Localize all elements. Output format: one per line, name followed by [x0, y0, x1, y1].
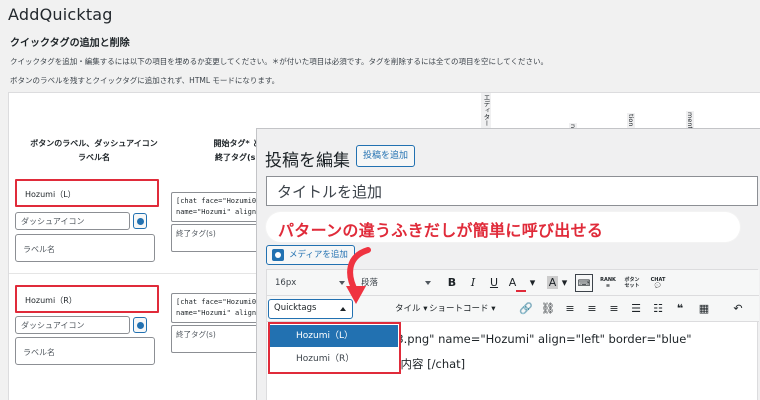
- unlink-icon[interactable]: ⛓: [539, 300, 557, 318]
- font-size-select[interactable]: 16px: [269, 274, 349, 292]
- table-icon[interactable]: ▦: [695, 300, 713, 318]
- post-title-input[interactable]: タイトルを追加: [266, 176, 758, 206]
- italic-button[interactable]: I: [464, 274, 482, 292]
- button-label-input-row1[interactable]: Hozumi（L）: [15, 179, 159, 207]
- add-post-button[interactable]: 投稿を追加: [356, 145, 416, 167]
- editor-heading: 投稿を編集: [265, 151, 350, 171]
- description-line-2: ボタンのラベルを残すとクイックタグに追加されず、HTML モードになります。: [10, 76, 280, 85]
- color-swatch: [516, 290, 527, 292]
- dashicon-input-row2[interactable]: ダッシュアイコン: [15, 316, 130, 334]
- rank-button[interactable]: RANK ≡: [599, 274, 617, 292]
- button-label-input-row2[interactable]: Hozumi（R）: [15, 285, 159, 313]
- undo-icon[interactable]: ↶: [729, 300, 747, 318]
- app-title: AddQuicktag: [8, 5, 113, 24]
- column-header-label: ボタンのラベル、ダッシュアイコン ラベル名: [30, 139, 158, 162]
- keyboard-icon[interactable]: ⌨: [575, 274, 593, 292]
- background-color-button[interactable]: A ▾: [543, 274, 571, 292]
- bold-button[interactable]: B: [443, 274, 461, 292]
- chevron-down-icon: [425, 281, 431, 285]
- numbered-list-icon[interactable]: ☷: [649, 300, 667, 318]
- media-icon: [272, 249, 284, 261]
- button-set-button[interactable]: ボタン セット: [623, 274, 641, 292]
- text-color-button[interactable]: A ▾: [508, 274, 536, 292]
- shortcode-select[interactable]: ショートコード ▾: [429, 300, 495, 318]
- chevron-up-icon: [340, 307, 346, 311]
- content-line-1[interactable]: 03.png" name="Hozumi" align="left" borde…: [389, 332, 692, 346]
- label-name-input-row2[interactable]: ラベル名: [15, 337, 155, 365]
- chat-button[interactable]: CHAT 💬: [649, 274, 667, 292]
- quicktags-dropdown: Hozumi（L） Hozumi（R）: [268, 322, 401, 374]
- dashicon-input-row1[interactable]: ダッシュアイコン: [15, 212, 130, 230]
- description-line-1: クイックタグを追加・編集するには以下の項目を埋めるか変更してください。＊が付いた…: [10, 57, 549, 66]
- dropdown-item-hozumi-l[interactable]: Hozumi（L）: [270, 325, 398, 347]
- quote-icon[interactable]: ❝: [671, 300, 689, 318]
- palette-icon: [137, 218, 144, 225]
- dropdown-item-hozumi-r[interactable]: Hozumi（R）: [270, 348, 398, 370]
- pointer-arrow-icon: [346, 247, 371, 304]
- section-title: クイックタグの追加と削除: [10, 38, 130, 49]
- callout-caption: パターンの違うふきだしが簡単に呼び出せる: [266, 212, 740, 242]
- align-left-icon[interactable]: ≡: [561, 300, 579, 318]
- palette-icon: [137, 322, 144, 329]
- dashicon-picker-button-row2[interactable]: [133, 317, 147, 333]
- bullet-list-icon[interactable]: ☰: [627, 300, 645, 318]
- align-right-icon[interactable]: ≡: [605, 300, 623, 318]
- dashicon-picker-button-row1[interactable]: [133, 213, 147, 229]
- column-header-editor: エディター: [481, 93, 491, 133]
- underline-button[interactable]: U: [485, 274, 503, 292]
- label-name-input-row1[interactable]: ラベル名: [15, 234, 155, 262]
- link-icon[interactable]: 🔗: [517, 300, 535, 318]
- align-center-icon[interactable]: ≡: [583, 300, 601, 318]
- style-select[interactable]: タイル ▾: [395, 300, 427, 318]
